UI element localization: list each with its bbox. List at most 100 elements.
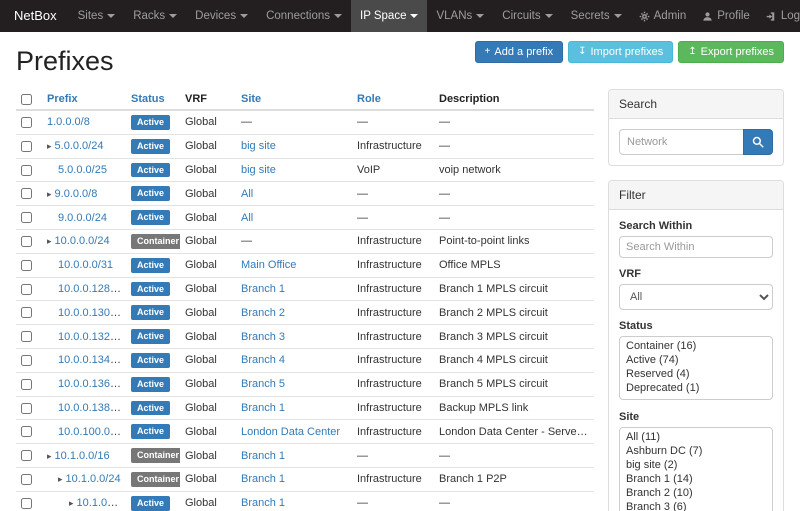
prefix-link[interactable]: 10.0.0.128/31 xyxy=(58,283,125,295)
prefix-link[interactable]: 10.1.0.0/25 xyxy=(77,497,126,509)
site-link[interactable]: Branch 1 xyxy=(241,497,285,509)
prefix-link[interactable]: 10.1.0.0/24 xyxy=(66,473,121,485)
site-link[interactable]: big site xyxy=(241,140,276,152)
row-checkbox[interactable] xyxy=(21,165,32,176)
site-filter-select[interactable]: All (11)Ashburn DC (7)big site (2)Branch… xyxy=(619,427,773,511)
filter-option[interactable]: Container (16) xyxy=(622,339,770,353)
empty-value: — xyxy=(439,212,450,224)
nav-item-vlans[interactable]: VLANs xyxy=(427,0,493,32)
role-cell: Infrastructure xyxy=(352,253,434,277)
column-header-status[interactable]: Status xyxy=(131,93,165,105)
column-header-site[interactable]: Site xyxy=(241,93,261,105)
search-button[interactable] xyxy=(743,129,773,155)
site-link[interactable]: Branch 1 xyxy=(241,450,285,462)
nav-item-sites[interactable]: Sites xyxy=(69,0,125,32)
prefix-link[interactable]: 10.0.0.138/31 xyxy=(58,402,125,414)
role-cell: Infrastructure xyxy=(352,467,434,491)
row-checkbox[interactable] xyxy=(21,403,32,414)
site-link[interactable]: Main Office xyxy=(241,259,296,271)
table-row: 10.0.0.128/31ActiveGlobalBranch 1Infrast… xyxy=(16,277,594,301)
role-cell: — xyxy=(352,444,434,468)
prefix-link[interactable]: 10.0.0.0/24 xyxy=(55,235,110,247)
nav-item-secrets[interactable]: Secrets xyxy=(562,0,631,32)
nav-item-label: Sites xyxy=(78,10,104,22)
search-input[interactable] xyxy=(619,129,743,155)
row-checkbox[interactable] xyxy=(21,117,32,128)
site-link[interactable]: Branch 5 xyxy=(241,378,285,390)
site-link[interactable]: All xyxy=(241,188,253,200)
row-checkbox[interactable] xyxy=(21,498,32,509)
prefix-link[interactable]: 10.0.0.134/31 xyxy=(58,354,125,366)
row-checkbox[interactable] xyxy=(21,331,32,342)
filter-option[interactable]: Branch 1 (14) xyxy=(622,472,770,486)
admin-link[interactable]: Admin xyxy=(631,0,695,32)
filter-option[interactable]: All (11) xyxy=(622,430,770,444)
prefix-link[interactable]: 10.0.0.0/31 xyxy=(58,259,113,271)
site-link[interactable]: Branch 1 xyxy=(241,283,285,295)
row-checkbox[interactable] xyxy=(21,307,32,318)
prefix-link[interactable]: 9.0.0.0/8 xyxy=(55,188,98,200)
row-checkbox[interactable] xyxy=(21,212,32,223)
site-link[interactable]: Branch 2 xyxy=(241,307,285,319)
site-link[interactable]: Branch 1 xyxy=(241,473,285,485)
nav-item-circuits[interactable]: Circuits xyxy=(493,0,561,32)
site-link[interactable]: Branch 1 xyxy=(241,402,285,414)
filter-option[interactable]: Branch 3 (6) xyxy=(622,500,770,511)
logout-link[interactable]: Log out xyxy=(758,0,800,32)
prefix-link[interactable]: 10.1.0.0/16 xyxy=(55,450,110,462)
filter-option[interactable]: Branch 2 (10) xyxy=(622,486,770,500)
export-prefixes-button[interactable]: ↥Export prefixes xyxy=(678,41,784,63)
column-header-prefix[interactable]: Prefix xyxy=(47,93,78,105)
row-checkbox[interactable] xyxy=(21,426,32,437)
site-link[interactable]: Branch 3 xyxy=(241,331,285,343)
nav-item-racks[interactable]: Racks xyxy=(124,0,186,32)
prefix-link[interactable]: 10.0.0.132/31 xyxy=(58,331,125,343)
column-header-role[interactable]: Role xyxy=(357,93,381,105)
site-link[interactable]: big site xyxy=(241,164,276,176)
prefix-link[interactable]: 5.0.0.0/24 xyxy=(55,140,104,152)
status-filter-select[interactable]: Container (16)Active (74)Reserved (4)Dep… xyxy=(619,336,773,400)
nav-item-connections[interactable]: Connections xyxy=(257,0,351,32)
prefix-link[interactable]: 9.0.0.0/24 xyxy=(58,212,107,224)
filter-option[interactable]: Active (74) xyxy=(622,353,770,367)
import-prefixes-button[interactable]: ↧Import prefixes xyxy=(568,41,673,63)
row-checkbox[interactable] xyxy=(21,236,32,247)
expand-arrow-icon[interactable]: ▸ xyxy=(47,141,52,152)
site-link[interactable]: Branch 4 xyxy=(241,354,285,366)
vrf-select[interactable]: All xyxy=(619,284,773,310)
filter-option[interactable]: Reserved (4) xyxy=(622,367,770,381)
select-all-checkbox[interactable] xyxy=(21,94,32,105)
row-checkbox[interactable] xyxy=(21,379,32,390)
expand-arrow-icon[interactable]: ▸ xyxy=(47,236,52,247)
prefix-link[interactable]: 10.0.0.136/31 xyxy=(58,378,125,390)
row-checkbox[interactable] xyxy=(21,188,32,199)
row-checkbox[interactable] xyxy=(21,450,32,461)
site-link[interactable]: All xyxy=(241,212,253,224)
row-checkbox[interactable] xyxy=(21,355,32,366)
status-badge: Active xyxy=(131,258,170,273)
row-checkbox[interactable] xyxy=(21,284,32,295)
expand-arrow-icon[interactable]: ▸ xyxy=(47,451,52,462)
add-prefix-button[interactable]: +Add a prefix xyxy=(475,41,564,63)
row-checkbox[interactable] xyxy=(21,141,32,152)
filter-option[interactable]: big site (2) xyxy=(622,458,770,472)
row-checkbox[interactable] xyxy=(21,474,32,485)
nav-item-devices[interactable]: Devices xyxy=(186,0,257,32)
profile-link[interactable]: Profile xyxy=(694,0,758,32)
expand-arrow-icon[interactable]: ▸ xyxy=(47,189,52,200)
expand-arrow-icon[interactable]: ▸ xyxy=(69,498,74,509)
nav-item-ip-space[interactable]: IP Space xyxy=(351,0,427,32)
row-checkbox[interactable] xyxy=(21,260,32,271)
site-link[interactable]: London Data Center xyxy=(241,426,340,438)
filter-option[interactable]: Ashburn DC (7) xyxy=(622,444,770,458)
prefix-link[interactable]: 5.0.0.0/25 xyxy=(58,164,107,176)
expand-arrow-icon[interactable]: ▸ xyxy=(58,474,63,485)
prefix-link[interactable]: 10.0.100.0/24 xyxy=(58,426,125,438)
table-row: 9.0.0.0/24ActiveGlobalAll—— xyxy=(16,206,594,230)
brand[interactable]: NetBox xyxy=(8,0,69,32)
search-within-input[interactable] xyxy=(619,236,773,258)
prefix-link[interactable]: 10.0.0.130/31 xyxy=(58,307,125,319)
filter-option[interactable]: Deprecated (1) xyxy=(622,381,770,395)
prefix-link[interactable]: 1.0.0.0/8 xyxy=(47,116,90,128)
status-badge: Active xyxy=(131,305,170,320)
